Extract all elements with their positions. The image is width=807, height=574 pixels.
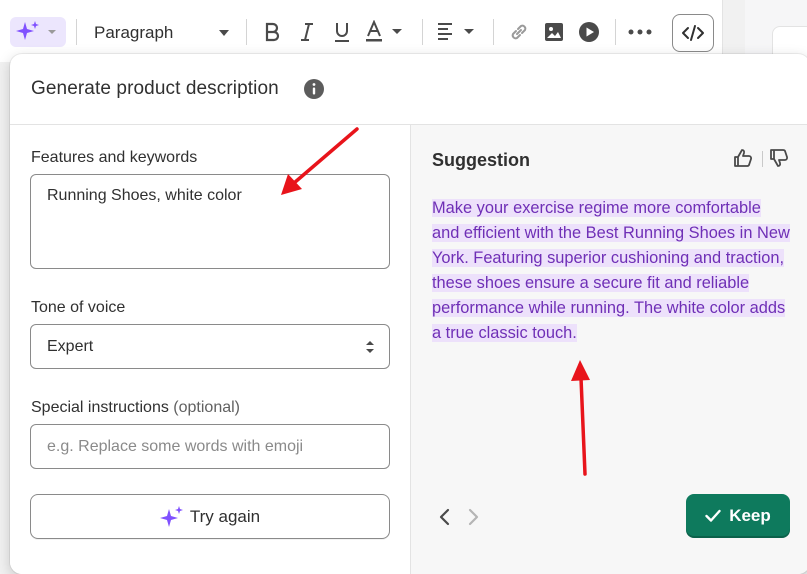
special-instructions-label: Special instructions (optional) (31, 399, 240, 417)
suggestion-panel: Suggestion Make your exercise regime mor… (410, 125, 807, 574)
generate-description-dialog: Generate product description Features an… (10, 54, 807, 574)
dialog-header: Generate product description (10, 54, 807, 125)
try-again-button[interactable]: Try again (30, 494, 390, 539)
toolbar-separator (246, 19, 247, 45)
more-icon (628, 29, 652, 35)
toolbar-separator (76, 19, 77, 45)
feedback-divider (762, 151, 763, 167)
code-view-button[interactable] (672, 14, 714, 52)
italic-icon (301, 23, 313, 41)
video-button[interactable] (577, 20, 601, 44)
optional-text: (optional) (173, 399, 240, 416)
checkmark-icon (705, 509, 721, 522)
underline-icon (335, 23, 349, 42)
align-left-icon (438, 23, 474, 40)
special-instructions-placeholder: e.g. Replace some words with emoji (47, 437, 304, 455)
toolbar-separator (422, 19, 423, 45)
chevron-down-icon (219, 30, 229, 36)
features-textarea[interactable]: Running Shoes, white color (30, 174, 390, 269)
image-button[interactable] (542, 20, 566, 44)
features-label: Features and keywords (31, 149, 198, 166)
image-icon (545, 23, 563, 41)
suggestion-text: Make your exercise regime more comfortab… (432, 196, 792, 346)
previous-suggestion-icon[interactable] (438, 508, 450, 526)
link-icon (511, 24, 527, 40)
select-arrows-icon (366, 341, 374, 353)
keep-button[interactable]: Keep (686, 494, 790, 538)
special-instructions-input[interactable]: e.g. Replace some words with emoji (30, 424, 390, 469)
ai-generate-button[interactable] (10, 17, 66, 47)
underline-button[interactable] (330, 20, 354, 44)
italic-button[interactable] (295, 20, 319, 44)
dialog-title: Generate product description (31, 78, 279, 99)
special-instructions-text: Special instructions (31, 399, 169, 416)
toolbar-separator (493, 19, 494, 45)
align-button[interactable] (436, 20, 480, 44)
text-color-button[interactable] (364, 20, 408, 44)
toolbar-separator (615, 19, 616, 45)
tone-value: Expert (47, 337, 94, 355)
info-icon[interactable] (303, 78, 325, 100)
sparkle-icon (159, 505, 183, 527)
tone-select[interactable]: Expert (30, 324, 390, 369)
link-button[interactable] (507, 20, 531, 44)
paragraph-style-label: Paragraph (94, 23, 174, 42)
suggestion-highlight: Make your exercise regime more comfortab… (432, 199, 790, 342)
more-button[interactable] (627, 20, 653, 44)
editor-toolbar: Paragraph (0, 0, 723, 62)
tone-label: Tone of voice (31, 299, 126, 316)
generation-form: Features and keywords Running Shoes, whi… (10, 125, 410, 574)
next-suggestion-icon[interactable] (468, 508, 480, 526)
paragraph-style-select[interactable]: Paragraph (92, 19, 232, 47)
bold-icon (265, 22, 280, 42)
suggestion-title: Suggestion (432, 150, 530, 170)
sparkle-icon (16, 21, 56, 40)
keep-label: Keep (729, 506, 771, 525)
text-color-icon (366, 20, 402, 42)
code-icon (682, 25, 704, 41)
thumbs-down-icon[interactable] (768, 147, 790, 169)
bold-button[interactable] (260, 20, 284, 44)
try-again-label: Try again (189, 506, 261, 526)
thumbs-up-icon[interactable] (732, 147, 754, 169)
video-icon (579, 22, 599, 42)
